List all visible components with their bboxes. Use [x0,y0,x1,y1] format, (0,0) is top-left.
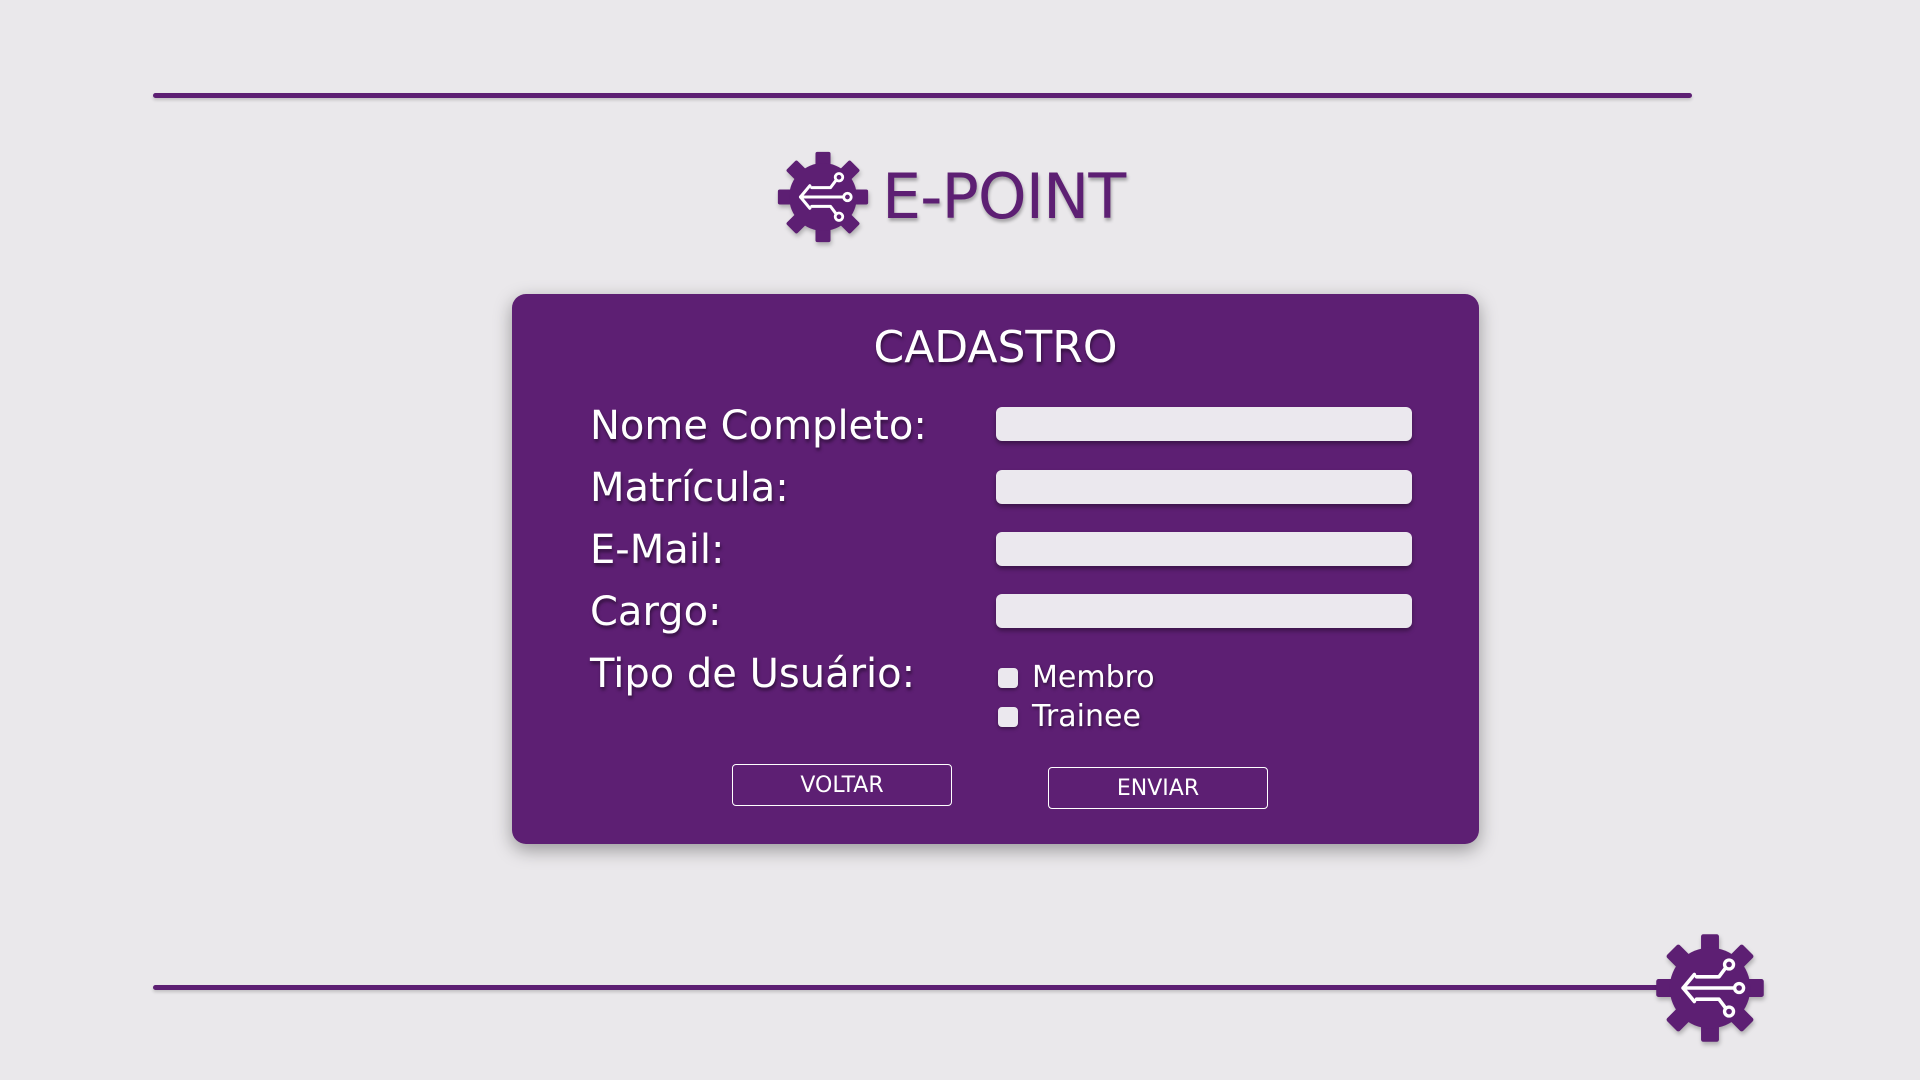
member-checkbox[interactable] [998,668,1018,688]
email-label: E-Mail: [590,527,725,573]
submit-button[interactable]: ENVIAR [1048,767,1268,809]
corner-gear-circuit-icon [1654,932,1766,1044]
role-input[interactable] [996,594,1412,628]
trainee-label: Trainee [1032,699,1141,734]
trainee-checkbox[interactable] [998,707,1018,727]
gear-circuit-icon [776,150,870,244]
email-input[interactable] [996,532,1412,566]
brand-name: E-POINT [882,160,1126,233]
role-label: Cargo: [590,589,722,635]
full-name-input[interactable] [996,407,1412,441]
user-type-option-trainee[interactable]: Trainee [998,701,1141,733]
bottom-divider [153,985,1673,990]
registration-number-input[interactable] [996,470,1412,504]
full-name-label: Nome Completo: [590,403,927,449]
user-type-label: Tipo de Usuário: [590,651,916,697]
user-type-option-member[interactable]: Membro [998,662,1155,694]
brand-logo: E-POINT [776,150,1126,244]
top-divider [153,93,1692,98]
registration-number-label: Matrícula: [590,465,789,511]
back-button[interactable]: VOLTAR [732,764,952,806]
form-title: CADASTRO [873,322,1118,373]
registration-card: CADASTRO Nome Completo: Matrícula: E-Mai… [512,294,1479,844]
member-label: Membro [1032,660,1155,695]
